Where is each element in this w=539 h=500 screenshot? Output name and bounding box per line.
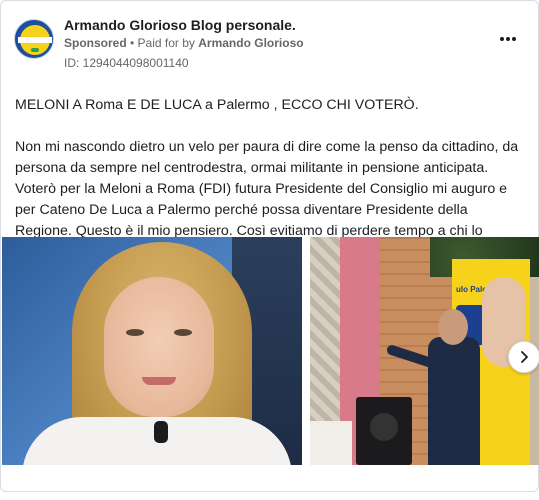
sponsored-line: Sponsored • Paid for by Armando Glorioso bbox=[64, 36, 304, 50]
portrait-mouth bbox=[142, 377, 176, 385]
portrait-eye bbox=[174, 329, 192, 336]
white-table bbox=[310, 421, 352, 465]
speaker-head bbox=[438, 309, 468, 345]
lapel-mic bbox=[154, 421, 168, 443]
more-options-button[interactable] bbox=[496, 31, 520, 47]
chevron-right-icon bbox=[521, 351, 528, 363]
meta-separator: • bbox=[126, 36, 138, 50]
page-avatar[interactable] bbox=[14, 19, 54, 59]
portrait-eye bbox=[126, 329, 144, 336]
paid-for-label: Paid for by bbox=[137, 36, 199, 50]
more-horizontal-icon bbox=[512, 37, 516, 41]
loudspeaker bbox=[356, 397, 412, 465]
carousel-image-speaker[interactable]: ulo Palermo bbox=[310, 237, 539, 465]
image-carousel[interactable]: ulo Palermo bbox=[1, 237, 539, 465]
post-headline: MELONI A Roma E DE LUCA a Palermo , ECCO… bbox=[15, 97, 419, 113]
portrait-face bbox=[104, 277, 214, 417]
speaker-figure bbox=[428, 337, 480, 465]
ad-id: ID: 1294044098001140 bbox=[64, 56, 189, 70]
avatar-logo-band bbox=[18, 37, 52, 43]
advertiser-name[interactable]: Armando Glorioso bbox=[198, 36, 303, 50]
ad-card: Armando Glorioso Blog personale. Sponsor… bbox=[0, 0, 539, 492]
avatar-logo-mark bbox=[31, 48, 39, 52]
carousel-next-button[interactable] bbox=[508, 341, 539, 373]
sponsored-label: Sponsored bbox=[64, 36, 127, 50]
more-horizontal-icon bbox=[506, 37, 510, 41]
carousel-image-portrait[interactable] bbox=[2, 237, 302, 465]
more-horizontal-icon bbox=[500, 37, 504, 41]
page-name-link[interactable]: Armando Glorioso Blog personale. bbox=[64, 17, 296, 33]
